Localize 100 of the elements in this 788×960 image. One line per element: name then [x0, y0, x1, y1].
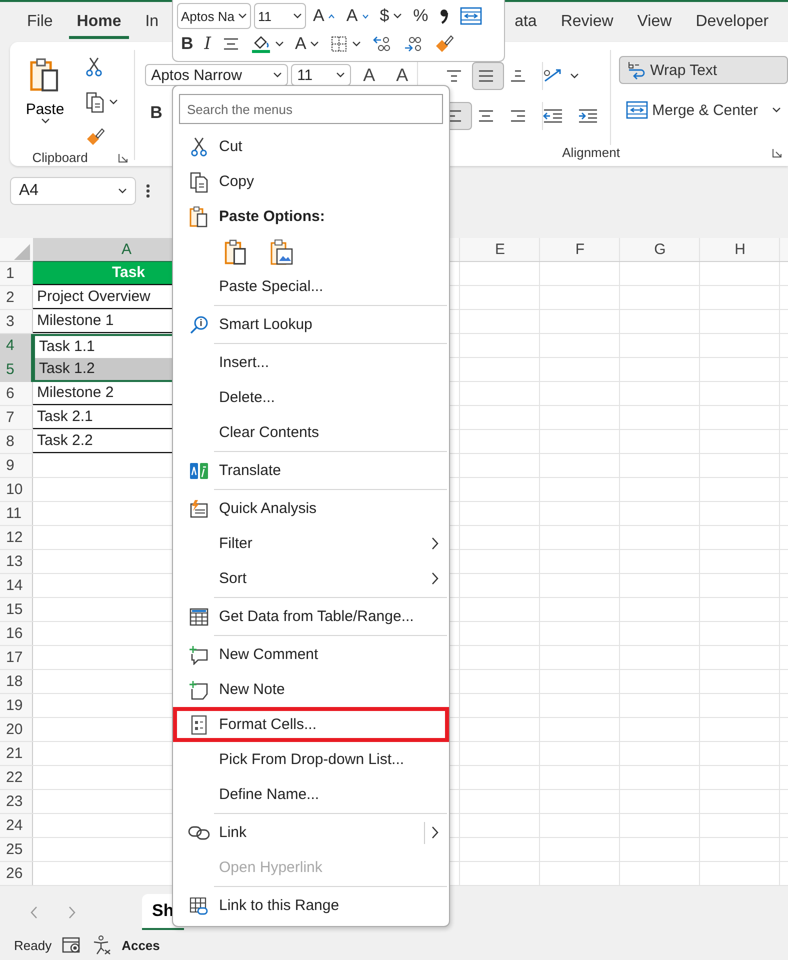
font-name-dropdown[interactable]: Aptos Narrow — [145, 64, 288, 86]
grow-font-button[interactable]: A — [354, 64, 384, 86]
italic-button[interactable]: I — [200, 31, 215, 57]
font-color-button[interactable]: A — [291, 31, 324, 57]
person-icon[interactable] — [92, 935, 112, 955]
dialog-launcher-icon[interactable] — [772, 148, 782, 158]
caret-icon — [352, 41, 362, 47]
ribbon-tab[interactable]: View — [629, 6, 680, 38]
decimal-right-arrow-icon — [403, 35, 424, 53]
scissors-icon — [190, 136, 208, 156]
column-header[interactable]: G — [620, 238, 700, 263]
row-header[interactable]: 25 — [0, 838, 33, 861]
row-header[interactable]: 21 — [0, 742, 33, 765]
caret-icon — [393, 13, 402, 19]
menu-item[interactable]: Define Name... — [173, 777, 449, 812]
font-name-dropdown[interactable]: Aptos Na — [177, 3, 251, 29]
row-header[interactable]: 26 — [0, 862, 33, 885]
ribbon-tab[interactable]: In — [137, 6, 167, 38]
align-button[interactable] — [472, 62, 504, 90]
row-header[interactable]: 3 — [0, 310, 33, 333]
ribbon-tab[interactable]: Home — [68, 6, 130, 38]
ribbon-tab[interactable]: Review — [552, 6, 622, 38]
menu-item[interactable]: New Note — [173, 672, 449, 707]
caret-icon — [40, 118, 50, 124]
ribbon-tab[interactable]: Developer — [688, 6, 777, 38]
magnifier-icon — [189, 314, 209, 334]
row-header[interactable]: 19 — [0, 694, 33, 717]
menu-item[interactable]: Get Data from Table/Range... — [173, 599, 449, 634]
percent-button[interactable]: % — [409, 3, 432, 29]
row-header[interactable]: 16 — [0, 622, 33, 645]
caret-icon — [109, 99, 118, 105]
row-header[interactable]: 15 — [0, 598, 33, 621]
row-header[interactable]: 23 — [0, 790, 33, 813]
menu-item[interactable]: Format Cells... — [173, 707, 449, 742]
ribbon-tab[interactable]: File — [19, 6, 61, 38]
row-header[interactable]: 11 — [0, 502, 33, 525]
macro-recording-icon[interactable] — [62, 936, 82, 954]
table-icon — [189, 606, 209, 626]
wrap-text-icon — [626, 60, 646, 80]
row-header[interactable]: 2 — [0, 286, 33, 309]
column-header[interactable]: F — [540, 238, 620, 263]
merge-cells-icon — [460, 6, 482, 26]
menu-item[interactable]: Copy — [173, 164, 449, 199]
menu-item[interactable]: Sort — [173, 561, 449, 596]
menu-item[interactable]: Filter — [173, 526, 449, 561]
caret-icon — [772, 107, 781, 113]
paste-button[interactable]: Paste — [10, 50, 80, 150]
link-range-icon — [189, 896, 209, 916]
search-field[interactable]: Search the menus — [179, 94, 443, 124]
menu-item[interactable]: Translate — [173, 453, 449, 488]
menu-item[interactable]: Link — [173, 815, 449, 850]
row-header[interactable]: 13 — [0, 550, 33, 573]
scissors-icon — [85, 57, 103, 77]
column-header[interactable]: E — [460, 238, 540, 263]
menu-item[interactable]: Quick Analysis — [173, 491, 449, 526]
menu-item[interactable]: New Comment — [173, 637, 449, 672]
currency-button[interactable]: $ — [376, 3, 406, 29]
row-header[interactable]: 14 — [0, 574, 33, 597]
row-header[interactable]: 4 — [0, 334, 33, 359]
shrink-font-button[interactable]: A — [387, 64, 418, 86]
merge-center-button[interactable]: Merge & Center — [619, 96, 788, 124]
menu-heading: Paste Options: — [219, 208, 326, 225]
row-header[interactable]: 1 — [0, 262, 33, 285]
row-header[interactable]: 10 — [0, 478, 33, 501]
clipboard-icon — [224, 238, 248, 266]
caret-icon — [293, 13, 302, 19]
row-header[interactable]: 17 — [0, 646, 33, 669]
menu-item[interactable]: Pick From Drop-down List... — [173, 742, 449, 777]
row-header[interactable]: 6 — [0, 382, 33, 405]
column-header[interactable]: H — [700, 238, 780, 263]
shrink-font-button[interactable]: A — [342, 3, 373, 29]
indent-icon — [577, 107, 600, 125]
bold-button[interactable]: B — [177, 31, 198, 57]
row-header[interactable]: 22 — [0, 766, 33, 789]
row-header[interactable]: 18 — [0, 670, 33, 693]
wrap-text-button[interactable]: Wrap Text — [619, 56, 788, 84]
paint-bucket-icon — [251, 34, 271, 54]
row-header[interactable]: 5 — [0, 358, 33, 382]
font-size-dropdown[interactable]: 11 — [254, 3, 306, 29]
more-options-icon[interactable] — [146, 184, 150, 198]
ribbon-tab[interactable]: ata — [506, 6, 545, 38]
format-cells-icon — [190, 714, 208, 734]
font-size-dropdown[interactable]: 11 — [291, 64, 352, 86]
row-header[interactable]: 7 — [0, 406, 33, 429]
grow-font-button[interactable]: A — [309, 3, 340, 29]
bold-button[interactable]: B — [145, 100, 168, 126]
copy-icon — [85, 91, 105, 113]
dialog-launcher-icon[interactable] — [118, 152, 128, 162]
caret-icon — [238, 13, 247, 19]
caret-icon — [362, 14, 369, 18]
row-header[interactable]: 12 — [0, 526, 33, 549]
name-box[interactable]: A4 — [10, 177, 136, 205]
row-header[interactable]: 24 — [0, 814, 33, 837]
caret-icon — [310, 41, 320, 47]
row-header[interactable]: 8 — [0, 430, 33, 453]
row-header[interactable]: 9 — [0, 454, 33, 477]
status-text[interactable]: Acces — [122, 938, 160, 952]
menu-item[interactable]: Cut — [173, 129, 449, 164]
brush-icon — [85, 127, 105, 147]
row-header[interactable]: 20 — [0, 718, 33, 741]
